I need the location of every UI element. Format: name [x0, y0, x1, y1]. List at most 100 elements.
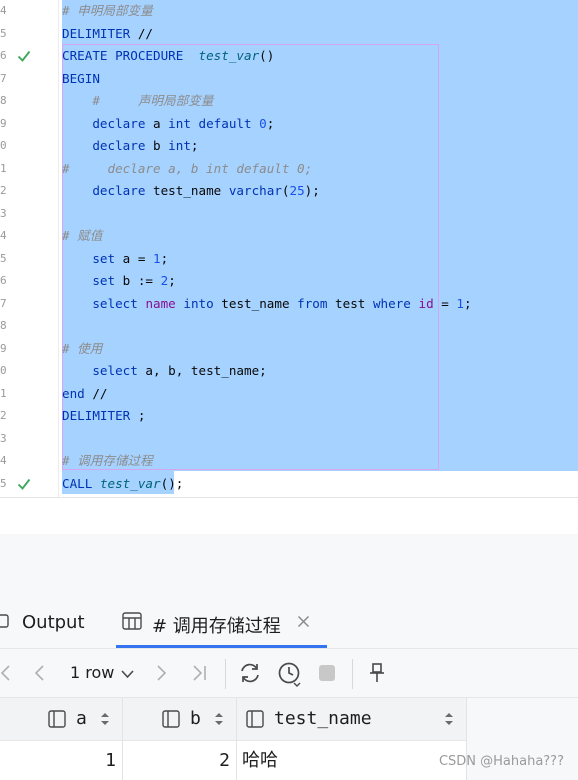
code-editor[interactable]: 4 # 申明局部变量 5 DELIMITER // 6 CREATE PROCEDURE … [0, 0, 578, 497]
line-number: 8 [0, 319, 7, 332]
tab-output[interactable]: Output [0, 607, 100, 643]
line-number: 4 [0, 454, 7, 467]
code-line[interactable]: 4 # 调用存储过程 [0, 450, 578, 472]
row-count-selector[interactable]: 1 row [70, 662, 140, 686]
code-token: test_var [99, 475, 161, 491]
sort-icon[interactable] [100, 712, 110, 726]
code-token: where [372, 295, 411, 311]
code-token: a, b, test_name; [137, 363, 267, 378]
code-line[interactable]: 4 # 赋值 [0, 225, 578, 247]
cell-a[interactable]: 1 [0, 741, 116, 780]
code-line[interactable]: 5 set a = 1; [0, 248, 578, 270]
code-token: ; [190, 138, 199, 153]
code-text[interactable]: CREATE PROCEDURE test_var() [62, 45, 274, 67]
tab-output-label: Output [22, 612, 85, 633]
cell-test-name[interactable]: 哈哈 [242, 741, 442, 780]
sort-icon[interactable] [214, 712, 224, 726]
code-line[interactable]: 9 declare a int default 0; [0, 113, 578, 135]
code-text[interactable]: # declare a, b int default 0; [62, 158, 312, 180]
code-line[interactable]: 6 set b := 2; [0, 270, 578, 292]
tab-result[interactable]: # 调用存储过程 [116, 607, 327, 643]
line-number: 4 [0, 4, 7, 17]
code-token: from [297, 295, 328, 311]
first-page-icon[interactable] [0, 664, 12, 682]
column-header-test-name[interactable]: test_name [236, 697, 466, 741]
code-line[interactable]: 5 DELIMITER // [0, 23, 578, 45]
output-icon [0, 614, 9, 628]
code-text[interactable]: BEGIN [62, 68, 100, 90]
code-line[interactable]: 6 CREATE PROCEDURE test_var() [0, 45, 578, 67]
code-line[interactable]: 0 select a, b, test_name; [0, 360, 578, 382]
code-token: ; [130, 408, 146, 423]
code-token: CALL [62, 475, 93, 491]
code-line[interactable]: 2 DELIMITER ; [0, 405, 578, 427]
code-line[interactable]: 7 BEGIN [0, 68, 578, 90]
code-token: ( [281, 183, 290, 198]
code-token: b [145, 138, 169, 153]
code-line[interactable]: 1 # declare a, b int default 0; [0, 158, 578, 180]
code-token: 25 [289, 183, 305, 198]
code-token: # 申明局部变量 [62, 3, 153, 18]
code-text[interactable]: select name into test_name from test whe… [62, 293, 471, 315]
previous-page-icon[interactable] [33, 664, 47, 682]
code-text[interactable]: declare b int; [62, 135, 199, 157]
code-token: select [92, 295, 138, 311]
code-token: # 调用存储过程 [62, 453, 153, 468]
code-token: test_var [198, 48, 260, 63]
code-line[interactable]: 2 declare test_name varchar(25); [0, 180, 578, 202]
code-line[interactable]: 8 # 声明局部变量 [0, 90, 578, 112]
column-header-b[interactable]: b [122, 697, 236, 741]
column-header-label: test_name [274, 708, 372, 729]
column-icon [162, 710, 180, 728]
code-text[interactable]: # 声明局部变量 [62, 90, 213, 112]
code-text[interactable]: # 使用 [62, 338, 102, 360]
pin-icon[interactable] [367, 662, 387, 684]
code-line[interactable]: 1 end // [0, 383, 578, 405]
code-token: test_name [213, 295, 298, 311]
code-token: declare [92, 183, 146, 198]
code-token: a [145, 115, 169, 131]
code-text[interactable]: set a = 1; [62, 248, 168, 270]
code-text[interactable]: # 调用存储过程 [62, 450, 153, 472]
last-page-icon[interactable] [191, 664, 209, 682]
code-token: into [183, 295, 214, 311]
code-text[interactable]: DELIMITER // [62, 23, 153, 45]
code-text[interactable]: set b := 2; [62, 270, 175, 292]
code-token: 1 [153, 250, 161, 266]
code-text[interactable]: # 赋值 [62, 225, 102, 247]
toolbar-divider [352, 659, 353, 689]
code-token: ; [266, 115, 275, 131]
next-page-icon[interactable] [154, 664, 168, 682]
code-text[interactable]: select a, b, test_name; [62, 360, 267, 382]
code-text[interactable]: CALL test_var(); [62, 473, 183, 495]
code-line[interactable]: 4 # 申明局部变量 [0, 0, 578, 22]
code-text[interactable]: DELIMITER ; [62, 405, 145, 427]
code-line[interactable]: 0 declare b int; [0, 135, 578, 157]
close-icon[interactable] [297, 615, 310, 628]
line-number: 0 [0, 364, 7, 377]
row-count-label: 1 row [70, 663, 115, 682]
code-token: varchar [228, 183, 282, 198]
line-number: 5 [0, 476, 7, 490]
code-token: end [62, 385, 85, 401]
history-icon[interactable] [277, 661, 303, 687]
code-line[interactable]: 3 [0, 203, 578, 225]
column-header-label: b [190, 708, 201, 729]
code-token: select [92, 363, 138, 378]
code-text[interactable]: end // [62, 383, 108, 405]
code-token: # 赋值 [62, 228, 103, 243]
cell-b[interactable]: 2 [122, 741, 230, 780]
stop-icon[interactable] [318, 664, 336, 682]
code-text[interactable]: declare a int default 0; [62, 113, 274, 135]
code-line[interactable]: 9 # 使用 [0, 338, 578, 360]
code-text[interactable]: # 申明局部变量 [62, 0, 153, 22]
refresh-icon[interactable] [238, 662, 262, 684]
code-text[interactable]: declare test_name varchar(25); [62, 180, 320, 202]
column-header-a[interactable]: a [0, 697, 122, 741]
code-line[interactable]: 7 select name into test_name from test w… [0, 293, 578, 315]
code-line[interactable]: 8 [0, 315, 578, 337]
code-line[interactable]: 3 [0, 428, 578, 450]
code-line[interactable]: 5 CALL test_var(); [0, 473, 578, 495]
sort-icon[interactable] [444, 712, 454, 726]
